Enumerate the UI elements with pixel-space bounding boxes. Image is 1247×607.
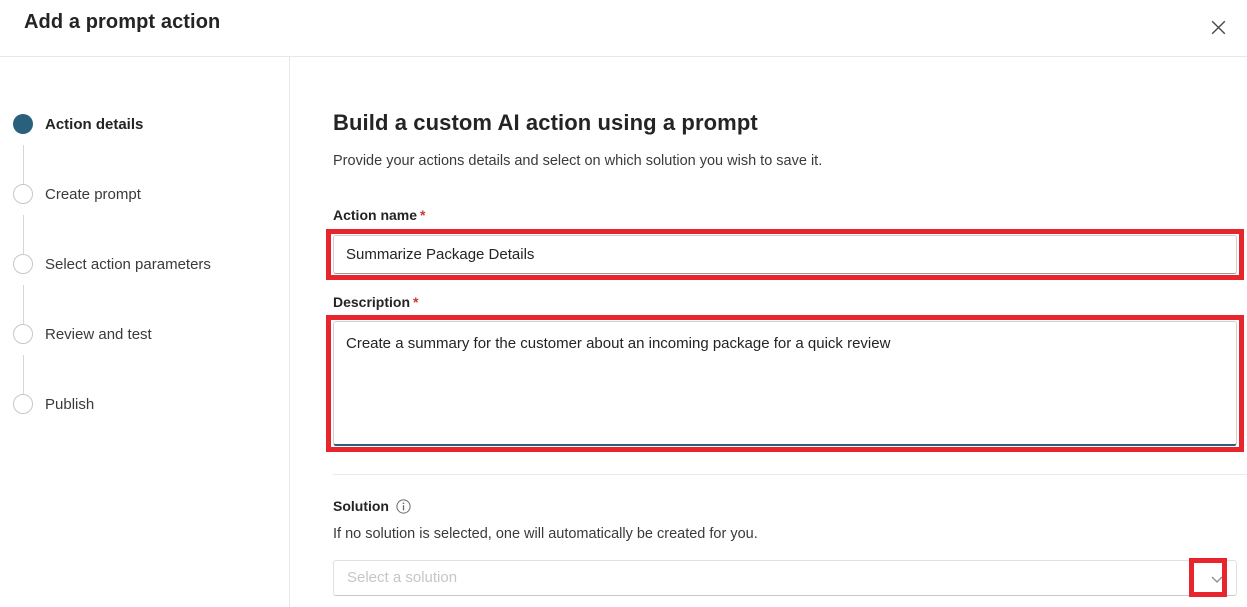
info-icon[interactable] [396,498,411,514]
page-subtitle: Provide your actions details and select … [333,153,823,169]
solution-label: Solution [333,498,411,514]
wizard-step-select-action-parameters[interactable]: Select action parameters [13,252,211,276]
wizard-step-publish[interactable]: Publish [13,392,94,416]
dialog-title: Add a prompt action [24,11,221,33]
required-marker: * [413,294,419,310]
wizard-step-label: Publish [45,395,95,413]
dialog-header: Add a prompt action [0,0,1247,57]
wizard-step-label: Select action parameters [45,255,211,273]
solution-help-text: If no solution is selected, one will aut… [333,526,758,542]
main-content-panel: Build a custom AI action using a prompt … [290,57,1247,607]
chevron-down-icon[interactable] [1210,572,1224,591]
action-name-input[interactable] [333,235,1237,274]
required-marker: * [420,207,426,223]
close-button[interactable] [1200,9,1236,45]
description-label: Description * [333,294,418,310]
description-textarea[interactable] [333,321,1237,446]
wizard-step-label: Action details [45,115,144,133]
step-indicator-icon [13,184,33,204]
wizard-steps-rail: Action details Create prompt Select acti… [0,57,290,607]
page-title: Build a custom AI action using a prompt [333,110,758,135]
step-indicator-icon [13,394,33,414]
step-connector [22,285,24,325]
section-divider [333,474,1247,475]
step-indicator-icon [13,254,33,274]
wizard-step-review-and-test[interactable]: Review and test [13,322,152,346]
solution-dropdown-placeholder: Select a solution [347,569,458,586]
action-name-label: Action name * [333,207,425,223]
step-indicator-icon [13,114,33,134]
wizard-step-action-details[interactable]: Action details [13,112,143,136]
wizard-step-label: Review and test [45,325,152,343]
solution-label-text: Solution [333,498,389,514]
solution-dropdown[interactable]: Select a solution [333,560,1237,596]
step-indicator-icon [13,324,33,344]
description-label-text: Description [333,294,411,310]
step-connector [22,355,24,395]
wizard-step-create-prompt[interactable]: Create prompt [13,182,141,206]
wizard-step-label: Create prompt [45,185,141,203]
close-icon [1211,20,1226,35]
step-connector [22,145,24,185]
step-connector [22,215,24,255]
action-name-label-text: Action name [333,207,418,223]
